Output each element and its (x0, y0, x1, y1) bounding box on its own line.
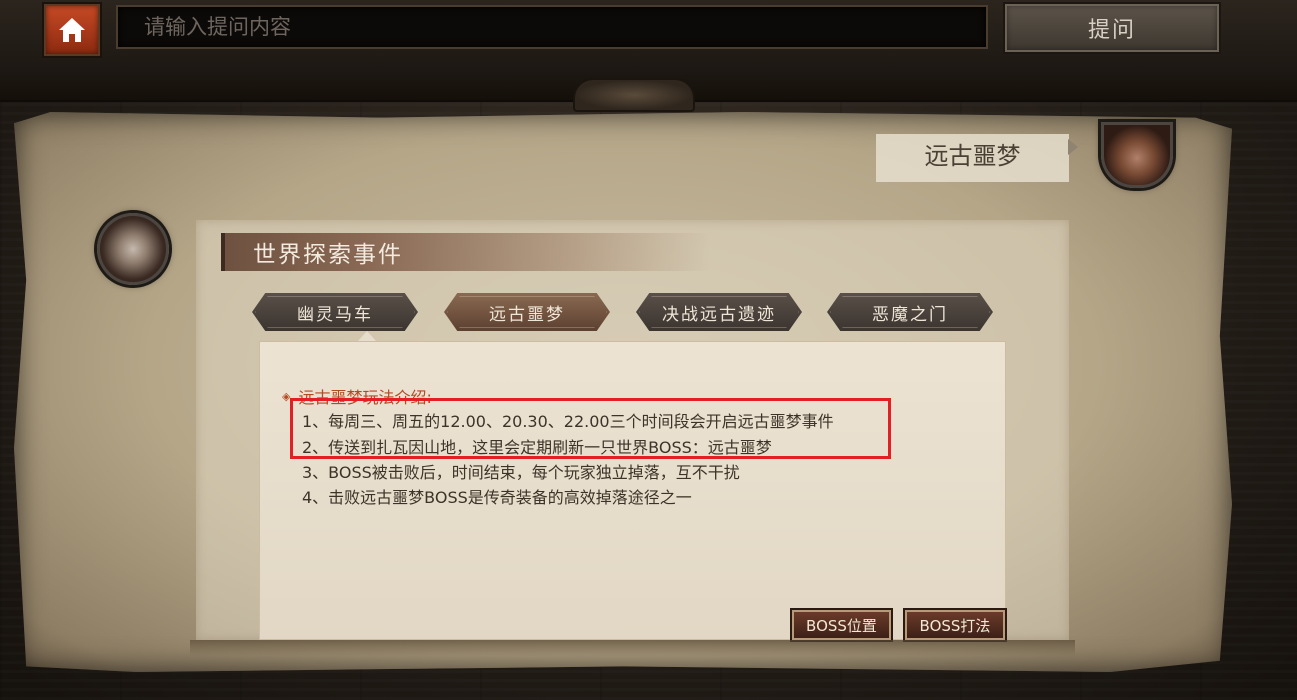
boss-strategy-button[interactable]: BOSS打法 (905, 610, 1005, 640)
section-title: 世界探索事件 (221, 233, 710, 271)
tab-ancient-ruins-battle[interactable]: 决战远古遗迹 (636, 293, 802, 331)
tab-ghost-carriage[interactable]: 幽灵马车 (252, 293, 418, 331)
panel-bottom-shadow (190, 640, 1075, 656)
home-button[interactable] (44, 4, 100, 56)
boss-location-button[interactable]: BOSS位置 (792, 610, 891, 640)
search-input[interactable] (118, 7, 986, 47)
rule-line: 3、BOSS被击败后，时间结束，每个玩家独立掉落，互不干扰 (302, 463, 740, 482)
top-bar: 提问 (0, 0, 1297, 112)
ask-button[interactable]: 提问 (1005, 4, 1219, 52)
rule-line: 4、击败远古噩梦BOSS是传奇装备的高效掉落途径之一 (302, 488, 692, 507)
tab-demon-gate[interactable]: 恶魔之门 (827, 293, 993, 331)
npc-avatar-left (97, 213, 169, 285)
header-arrow-icon (1068, 139, 1078, 155)
event-header-title: 远古噩梦 (924, 142, 1021, 170)
npc-avatar-right (1101, 122, 1173, 188)
boss-location-label: BOSS位置 (806, 616, 877, 635)
top-ornament (573, 78, 695, 112)
tab-pointer-icon (358, 331, 376, 341)
home-icon (59, 18, 85, 42)
event-header: 远古噩梦 (876, 134, 1069, 182)
highlight-box (290, 398, 891, 459)
boss-strategy-label: BOSS打法 (919, 616, 991, 635)
search-box[interactable] (116, 5, 988, 49)
section-title-text: 世界探索事件 (253, 242, 403, 268)
tab-ancient-nightmare[interactable]: 远古噩梦 (444, 293, 610, 331)
ask-button-label: 提问 (1087, 18, 1136, 43)
